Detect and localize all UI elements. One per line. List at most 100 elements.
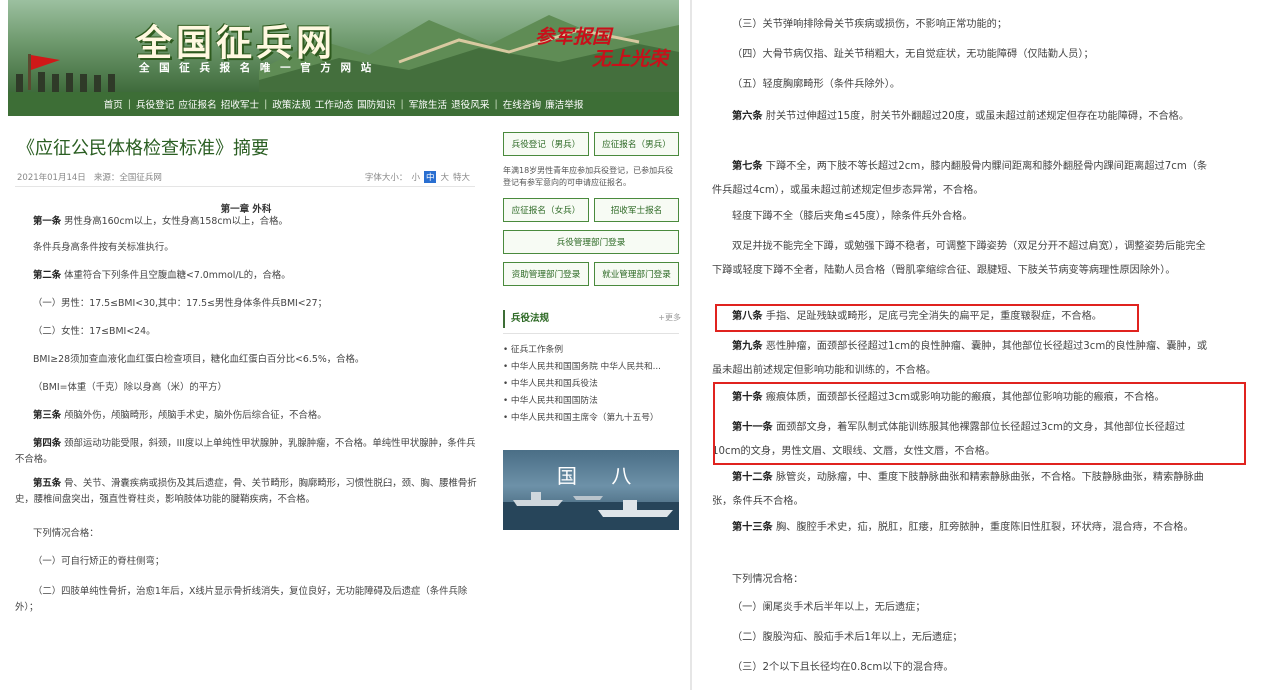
nav-defense[interactable]: 国防知识 bbox=[357, 97, 395, 111]
site-banner: 全国征兵网 全 国 征 兵 报 名 唯 一 官 方 网 站 参军报国 无上光荣 bbox=[8, 0, 679, 92]
font-large-button[interactable]: 大 bbox=[440, 171, 449, 183]
law-more-link[interactable]: +更多 bbox=[658, 312, 681, 323]
paragraph-text: 条件兵身高条件按有关标准执行。 bbox=[33, 242, 174, 253]
article-meta: 2021年01月14日 来源：全国征兵网 bbox=[17, 171, 162, 183]
nco-apply-button[interactable]: 招收军士报名 bbox=[594, 198, 679, 222]
nav-report[interactable]: 廉洁举报 bbox=[545, 97, 583, 111]
paragraph-text: （二）女性：17≤BMI<24。 bbox=[33, 326, 156, 337]
highlight-box-article-8 bbox=[715, 304, 1139, 332]
paragraph-text: （五）轻度胸廓畸形（条件兵除外）。 bbox=[732, 79, 901, 90]
paragraph-text: 轻度下蹲不全（膝后夹角≤45度），除条件兵外合格。 bbox=[732, 211, 973, 222]
article-number: 第一条 bbox=[33, 216, 62, 227]
nav-consult[interactable]: 在线咨询 bbox=[503, 97, 541, 111]
article-paragraph: 第六条 肘关节过伸超过15度，肘关节外翻超过20度，或虽未超过前述规定但存在功能… bbox=[712, 105, 1212, 129]
article-paragraph: 第二条 体重符合下列条件且空腹血糖<7.0mmol/L的，合格。 bbox=[15, 268, 477, 284]
article-paragraph: （二）四肢单纯性骨折，治愈1年后，X线片显示骨折线消失，复位良好，无功能障碍及后… bbox=[15, 584, 477, 616]
paragraph-text: （四）大骨节病仅指、趾关节稍粗大，无自觉症状，无功能障碍（仅陆勤人员）； bbox=[732, 49, 1094, 60]
article-paragraph: 第十三条 胸、腹腔手术史，疝，脱肛，肛瘘，肛旁脓肿，重度陈旧性肛裂，环状痔，混合… bbox=[712, 516, 1212, 540]
aid-admin-login-button[interactable]: 资助管理部门登录 bbox=[503, 262, 589, 286]
article-paragraph: （五）轻度胸廓畸形（条件兵除外）。 bbox=[712, 73, 1212, 97]
article-date: 2021年01月14日 bbox=[17, 173, 86, 183]
nav-veterans[interactable]: 退役风采 bbox=[451, 97, 489, 111]
article-paragraph: 双足并拢不能完全下蹲，或勉强下蹲不稳者，可调整下蹲姿势（双足分开不超过肩宽），调… bbox=[712, 235, 1212, 283]
article-number: 第九条 bbox=[732, 341, 763, 352]
law-list: • 征兵工作条例 • 中华人民共和国国务院 中华人民共和... • 中华人民共和… bbox=[503, 342, 679, 427]
paragraph-text: 体重符合下列条件且空腹血糖<7.0mmol/L的，合格。 bbox=[61, 270, 291, 281]
paragraph-text: 胸、腹腔手术史，疝，脱肛，肛瘘，肛旁脓肿，重度陈旧性肛裂，环状痔，混合痔，不合格… bbox=[772, 522, 1194, 533]
article-paragraph: （四）大骨节病仅指、趾关节稍粗大，无自觉症状，无功能障碍（仅陆勤人员）； bbox=[712, 43, 1212, 67]
article-paragraph: 下列情况合格： bbox=[712, 568, 1212, 592]
slogan-sub: 无上光荣 bbox=[592, 48, 669, 70]
font-xlarge-button[interactable]: 特大 bbox=[453, 171, 470, 183]
law-item[interactable]: • 中华人民共和国兵役法 bbox=[503, 376, 679, 393]
nav-separator: | bbox=[127, 98, 131, 110]
law-item[interactable]: • 中华人民共和国主席令（第九十五号） bbox=[503, 410, 679, 427]
nav-news[interactable]: 工作动态 bbox=[315, 97, 353, 111]
highlight-box-articles-10-11 bbox=[713, 382, 1246, 465]
left-screenshot-panel: 全国征兵网 全 国 征 兵 报 名 唯 一 官 方 网 站 参军报国 无上光荣 … bbox=[0, 0, 690, 690]
paragraph-text: （三）2个以下且长径均在0.8cm以下的混合痔。 bbox=[732, 662, 954, 673]
male-enlist-button[interactable]: 应征报名（男兵） bbox=[594, 132, 679, 156]
paragraph-text: 下列情况合格： bbox=[33, 528, 99, 539]
font-size-label: 字体大小： bbox=[364, 173, 408, 183]
military-admin-login-button[interactable]: 兵役管理部门登录 bbox=[503, 230, 679, 254]
article-paragraph: （二）女性：17≤BMI<24。 bbox=[15, 324, 477, 340]
nav-home[interactable]: 首页 bbox=[104, 97, 123, 111]
paragraph-text: 双足并拢不能完全下蹲，或勉强下蹲不稳者，可调整下蹲姿势（双足分开不超过肩宽），调… bbox=[712, 241, 1206, 276]
paragraph-text: 颅脑外伤，颅脑畸形，颅脑手术史，脑外伤后综合征，不合格。 bbox=[61, 410, 327, 421]
paragraph-text: BMI≥28须加查血液化血红蛋白检查项目，糖化血红蛋白百分比<6.5%，合格。 bbox=[33, 354, 365, 365]
right-screenshot-panel: （三）关节弹响排除骨关节疾病或损伤，不影响正常功能的； （四）大骨节病仅指、趾关节… bbox=[692, 0, 1265, 690]
law-item[interactable]: • 中华人民共和国国务院 中华人民共和... bbox=[503, 359, 679, 376]
article-paragraph: 第九条 恶性肿瘤，面颈部长径超过1cm的良性肿瘤、囊肿，其他部位长径超过3cm的… bbox=[712, 335, 1212, 383]
employment-admin-login-button[interactable]: 就业管理部门登录 bbox=[594, 262, 679, 286]
male-registration-button[interactable]: 兵役登记（男兵） bbox=[503, 132, 589, 156]
article-paragraph: 第四条 颈部运动功能受限，斜颈，III度以上单纯性甲状腺肿，乳腺肿瘤，不合格。单… bbox=[15, 436, 477, 468]
article-paragraph: 第七条 下蹲不全，两下肢不等长超过2cm，膝内翻股骨内髁间距离和膝外翻胫骨内踝间… bbox=[712, 155, 1212, 203]
promo-image-text: 国 八 bbox=[557, 464, 646, 488]
law-item[interactable]: • 中华人民共和国国防法 bbox=[503, 393, 679, 410]
paragraph-text: （一）男性：17.5≤BMI<30,其中：17.5≤男性身体条件兵BMI<27； bbox=[33, 298, 327, 309]
font-small-button[interactable]: 小 bbox=[411, 171, 420, 183]
law-section-title: 兵役法规 bbox=[511, 313, 550, 324]
registration-note: 年满18岁男性青年应参加兵役登记，已参加兵役登记有参军意向的可申请应征报名。 bbox=[503, 166, 674, 187]
article-paragraph: BMI≥28须加查血液化血红蛋白检查项目，糖化血红蛋白百分比<6.5%，合格。 bbox=[15, 352, 477, 368]
law-section-header: 兵役法规 +更多 bbox=[503, 310, 681, 328]
divider bbox=[15, 186, 475, 187]
font-mid-button[interactable]: 中 bbox=[423, 171, 437, 183]
article-paragraph: （二）腹股沟疝、股疝手术后1年以上，无后遗症； bbox=[712, 626, 1212, 650]
article-paragraph: （三）关节弹响排除骨关节疾病或损伤，不影响正常功能的； bbox=[712, 13, 1212, 37]
article-paragraph: 第五条 骨、关节、滑囊疾病或损伤及其后遗症，骨、关节畸形，胸廓畸形，习惯性脱臼，… bbox=[15, 476, 477, 508]
paragraph-text: 下列情况合格： bbox=[732, 574, 804, 585]
paragraph-text: （一）阑尾炎手术后半年以上，无后遗症； bbox=[732, 602, 926, 613]
article-number: 第十三条 bbox=[732, 522, 773, 533]
nav-nco[interactable]: 招收军士 bbox=[221, 97, 259, 111]
navy-promo-image[interactable]: 国 八 bbox=[503, 450, 679, 530]
divider bbox=[503, 333, 679, 334]
article-title: 《应征公民体格检查标准》摘要 bbox=[17, 138, 269, 159]
site-logo[interactable]: 全国征兵网 bbox=[136, 14, 336, 66]
paragraph-text: 下蹲不全，两下肢不等长超过2cm，膝内翻股骨内髁间距离和膝外翻胫骨内踝间距离超过… bbox=[712, 161, 1208, 196]
article-number: 第七条 bbox=[732, 161, 763, 172]
nav-separator: | bbox=[264, 98, 268, 110]
nav-registration[interactable]: 兵役登记 bbox=[136, 97, 174, 111]
article-paragraph: （BMI=体重（千克）除以身高（米）的平方） bbox=[15, 380, 477, 396]
article-paragraph: 条件兵身高条件按有关标准执行。 bbox=[15, 240, 477, 256]
paragraph-text: 恶性肿瘤，面颈部长径超过1cm的良性肿瘤、囊肿，其他部位长径超过3cm的良性肿瘤… bbox=[712, 341, 1208, 376]
law-item[interactable]: • 征兵工作条例 bbox=[503, 342, 679, 359]
soldiers-image bbox=[16, 54, 115, 92]
nav-separator: | bbox=[494, 98, 498, 110]
paragraph-text: 男性身高160cm以上，女性身高158cm以上，合格。 bbox=[61, 216, 288, 227]
article-number: 第五条 bbox=[33, 478, 62, 489]
paragraph-text: （三）关节弹响排除骨关节疾病或损伤，不影响正常功能的； bbox=[732, 19, 1008, 30]
main-nav: 首页 | 兵役登记 应征报名 招收军士 | 政策法规 工作动态 国防知识 | 军旅生活… bbox=[8, 92, 679, 116]
paragraph-text: 骨、关节、滑囊疾病或损伤及其后遗症，骨、关节畸形，胸廓畸形，习惯性脱臼，颈、胸、… bbox=[15, 478, 477, 505]
nav-policy[interactable]: 政策法规 bbox=[272, 97, 310, 111]
paragraph-text: （二）腹股沟疝、股疝手术后1年以上，无后遗症； bbox=[732, 632, 963, 643]
female-enlist-button[interactable]: 应征报名（女兵） bbox=[503, 198, 589, 222]
article-paragraph: 第一条 男性身高160cm以上，女性身高158cm以上，合格。 bbox=[15, 214, 477, 230]
site-slogan: 全 国 征 兵 报 名 唯 一 官 方 网 站 bbox=[139, 62, 375, 74]
nav-enlist[interactable]: 应征报名 bbox=[178, 97, 216, 111]
article-paragraph: 下列情况合格： bbox=[15, 526, 477, 542]
nav-military-life[interactable]: 军旅生活 bbox=[409, 97, 447, 111]
paragraph-text: （一）可自行矫正的脊柱侧弯； bbox=[33, 556, 165, 567]
